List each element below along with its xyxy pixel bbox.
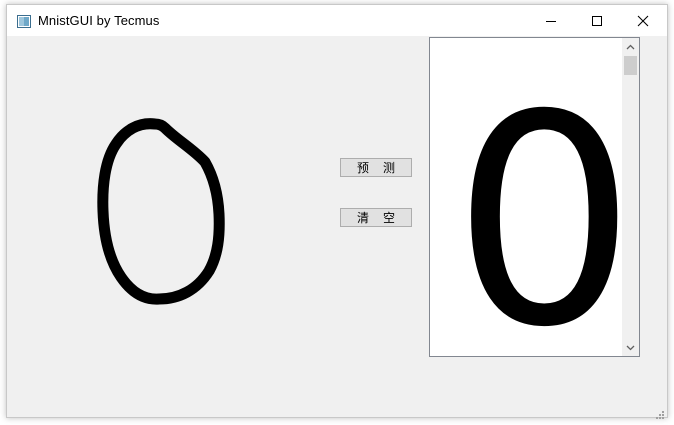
main-window: MnistGUI by Tecmus 预测 清空 0 — [6, 4, 668, 419]
drawn-stroke — [97, 118, 225, 305]
maximize-button[interactable] — [574, 5, 620, 36]
prediction-result-view[interactable]: 0 — [429, 37, 640, 357]
chevron-down-icon — [626, 345, 635, 350]
minimize-icon — [546, 20, 556, 22]
close-button[interactable] — [620, 5, 666, 36]
predict-button[interactable]: 预测 — [340, 158, 412, 177]
window-app-icon — [17, 13, 31, 28]
vertical-scrollbar[interactable] — [622, 38, 639, 356]
window-title: MnistGUI by Tecmus — [38, 13, 160, 28]
scroll-thumb[interactable] — [624, 56, 637, 75]
prediction-digit: 0 — [452, 54, 637, 357]
close-icon — [637, 15, 649, 26]
maximize-icon — [592, 15, 602, 26]
minimize-button[interactable] — [528, 5, 574, 36]
scroll-up-button[interactable] — [622, 38, 639, 55]
scroll-down-button[interactable] — [622, 339, 639, 356]
title-bar[interactable]: MnistGUI by Tecmus — [7, 5, 667, 36]
clear-button[interactable]: 清空 — [340, 208, 412, 227]
chevron-up-icon — [626, 44, 635, 49]
drawing-canvas[interactable] — [7, 36, 422, 418]
resize-grip-icon[interactable] — [655, 405, 665, 419]
